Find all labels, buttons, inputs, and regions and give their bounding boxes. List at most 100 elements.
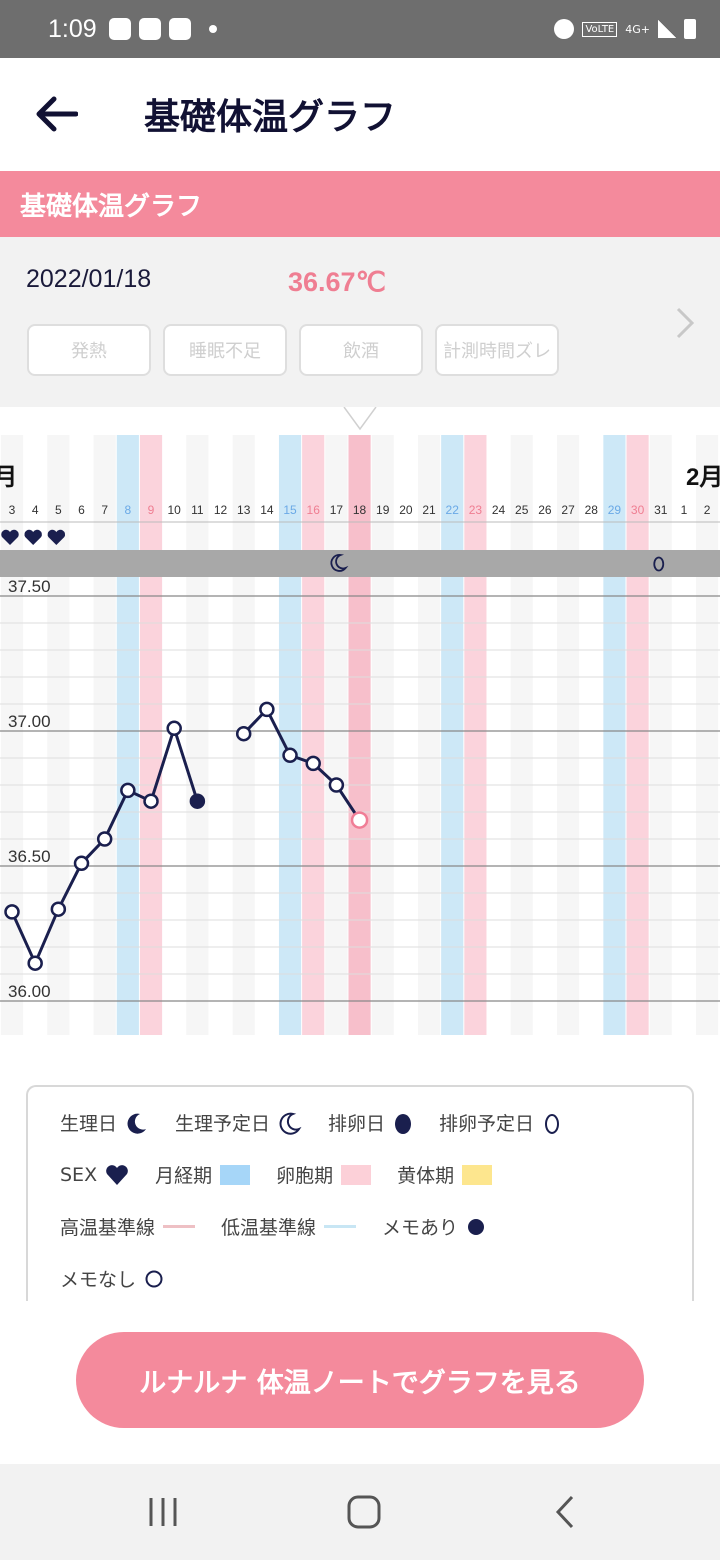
event-marker-bar: [0, 550, 720, 577]
egg-filled-icon: [395, 1113, 412, 1134]
legend-ovulation-day: 排卵日: [328, 1109, 413, 1136]
month-label-left: 1月: [0, 464, 17, 491]
temperature-point: [189, 793, 206, 809]
day-column: [93, 435, 116, 1035]
month-label-right: 2月: [686, 464, 720, 491]
system-back-icon[interactable]: [546, 1492, 586, 1532]
recent-apps-icon[interactable]: [143, 1492, 183, 1532]
outline-circle-icon: [145, 1270, 163, 1287]
temperature-point: [143, 793, 159, 809]
day-label: 29: [608, 503, 622, 517]
day-column: [0, 435, 24, 1035]
low-line-swatch: [324, 1225, 357, 1228]
day-column: [603, 435, 626, 1035]
day-label: 6: [78, 503, 85, 517]
day-label: 17: [330, 503, 344, 517]
day-label: 9: [148, 503, 155, 517]
tag-time-shift[interactable]: 計測時間ズレ: [435, 324, 559, 376]
day-label: 30: [631, 503, 645, 517]
day-column: [278, 435, 302, 1035]
legend-luteal-phase: 黄体期: [397, 1161, 493, 1188]
day-label: 4: [32, 503, 39, 517]
day-column: [441, 435, 464, 1035]
day-column: [325, 435, 348, 1035]
day-label: 23: [469, 503, 483, 517]
system-nav-bar: [0, 1464, 720, 1560]
day-label: 20: [399, 503, 413, 517]
y-axis-label: 36.00: [8, 982, 51, 1001]
alarm-icon: [554, 19, 575, 39]
y-axis-label: 37.00: [8, 712, 51, 731]
day-column: [371, 435, 394, 1035]
day-label: 5: [55, 503, 62, 517]
chart-legend: 生理日 生理予定日 排卵日 排卵予定日 SEX 月経期 卵胞期 黄体期 高温基準…: [26, 1085, 694, 1301]
day-label: 10: [168, 503, 182, 517]
signal-icon: [658, 20, 676, 38]
selected-temperature-point: [350, 811, 369, 829]
system-icons: VoLTE 4G+: [554, 19, 696, 39]
selected-date: 2022/01/18: [26, 265, 152, 293]
high-line-swatch: [163, 1225, 196, 1228]
legend-period-day: 生理日: [60, 1109, 149, 1136]
temperature-point: [235, 725, 252, 742]
temperature-point: [4, 904, 20, 920]
day-label: 13: [237, 503, 251, 517]
day-column: [186, 435, 209, 1035]
view-graph-in-app-button[interactable]: ルナルナ 体温ノートでグラフを見る: [76, 1332, 644, 1428]
day-label: 12: [214, 503, 228, 517]
legend-low-line: 低温基準線: [221, 1213, 357, 1240]
day-label: 1: [681, 503, 688, 517]
selected-temperature: 36.67℃: [288, 267, 386, 297]
section-header: 基礎体温グラフ: [0, 171, 720, 237]
day-label: 18: [353, 503, 367, 517]
back-button[interactable]: [26, 84, 86, 144]
legend-high-line: 高温基準線: [60, 1213, 196, 1240]
day-label: 24: [492, 503, 506, 517]
temperature-point: [27, 955, 43, 971]
volte-label: VoLTE: [582, 21, 618, 37]
day-label: 2: [704, 503, 711, 517]
chat-icon: [108, 18, 131, 40]
day-column: [649, 435, 672, 1035]
legend-ovulation-expected: 排卵予定日: [439, 1109, 562, 1136]
crescent-outline-icon: [279, 1112, 302, 1135]
temperature-point: [50, 901, 67, 917]
day-label: 28: [585, 503, 599, 517]
heart-icon: [106, 1164, 128, 1185]
notification-icons: [108, 18, 217, 40]
legend-row-2: SEX 月経期 卵胞期 黄体期: [60, 1161, 518, 1188]
day-info-panel: 2022/01/18 36.67℃ 発熱 睡眠不足 飲酒 計測時間ズレ: [0, 237, 720, 409]
tag-drinking[interactable]: 飲酒: [299, 324, 423, 376]
network-label: 4G+: [625, 22, 650, 36]
chevron-right-icon[interactable]: [670, 303, 700, 343]
filled-circle-icon: [468, 1218, 485, 1235]
tag-fever[interactable]: 発熱: [27, 324, 151, 376]
status-bar: 1:09 VoLTE 4G+: [0, 0, 720, 58]
home-icon[interactable]: [344, 1492, 384, 1532]
day-label: 26: [538, 503, 552, 517]
temperature-point: [120, 782, 136, 799]
app-bar: 基礎体温グラフ: [0, 58, 720, 170]
heart-icon: [24, 529, 42, 545]
legend-memo-no: メモなし: [60, 1265, 164, 1292]
legend-row-3: 高温基準線 低温基準線 メモあり: [60, 1213, 512, 1240]
temperature-point: [282, 747, 298, 764]
tag-lack-of-sleep[interactable]: 睡眠不足: [163, 324, 287, 376]
egg-outline-icon: [545, 1113, 560, 1134]
day-column: [116, 435, 139, 1035]
y-axis-label: 36.50: [8, 847, 51, 866]
legend-row-4: メモなし: [60, 1265, 190, 1292]
temperature-chart[interactable]: 3 4 5 6 7 8 9 10 11 12 13 14 15 16 17 18 19 20 21 22 23 24 25 2…: [0, 406, 720, 1047]
day-label: 25: [515, 503, 529, 517]
follicular-swatch: [341, 1164, 372, 1185]
legend-row-1: 生理日 生理予定日 排卵日 排卵予定日: [60, 1109, 588, 1136]
status-time: 1:09: [48, 14, 97, 43]
back-arrow-icon: [36, 96, 78, 132]
day-label: 7: [101, 503, 108, 517]
day-column: [556, 435, 580, 1035]
more-notifications-icon: [208, 25, 217, 33]
day-column: [348, 435, 371, 1035]
temperature-point: [96, 831, 113, 847]
legend-period-expected: 生理予定日: [175, 1109, 302, 1136]
legend-memo-yes: メモあり: [382, 1213, 486, 1240]
